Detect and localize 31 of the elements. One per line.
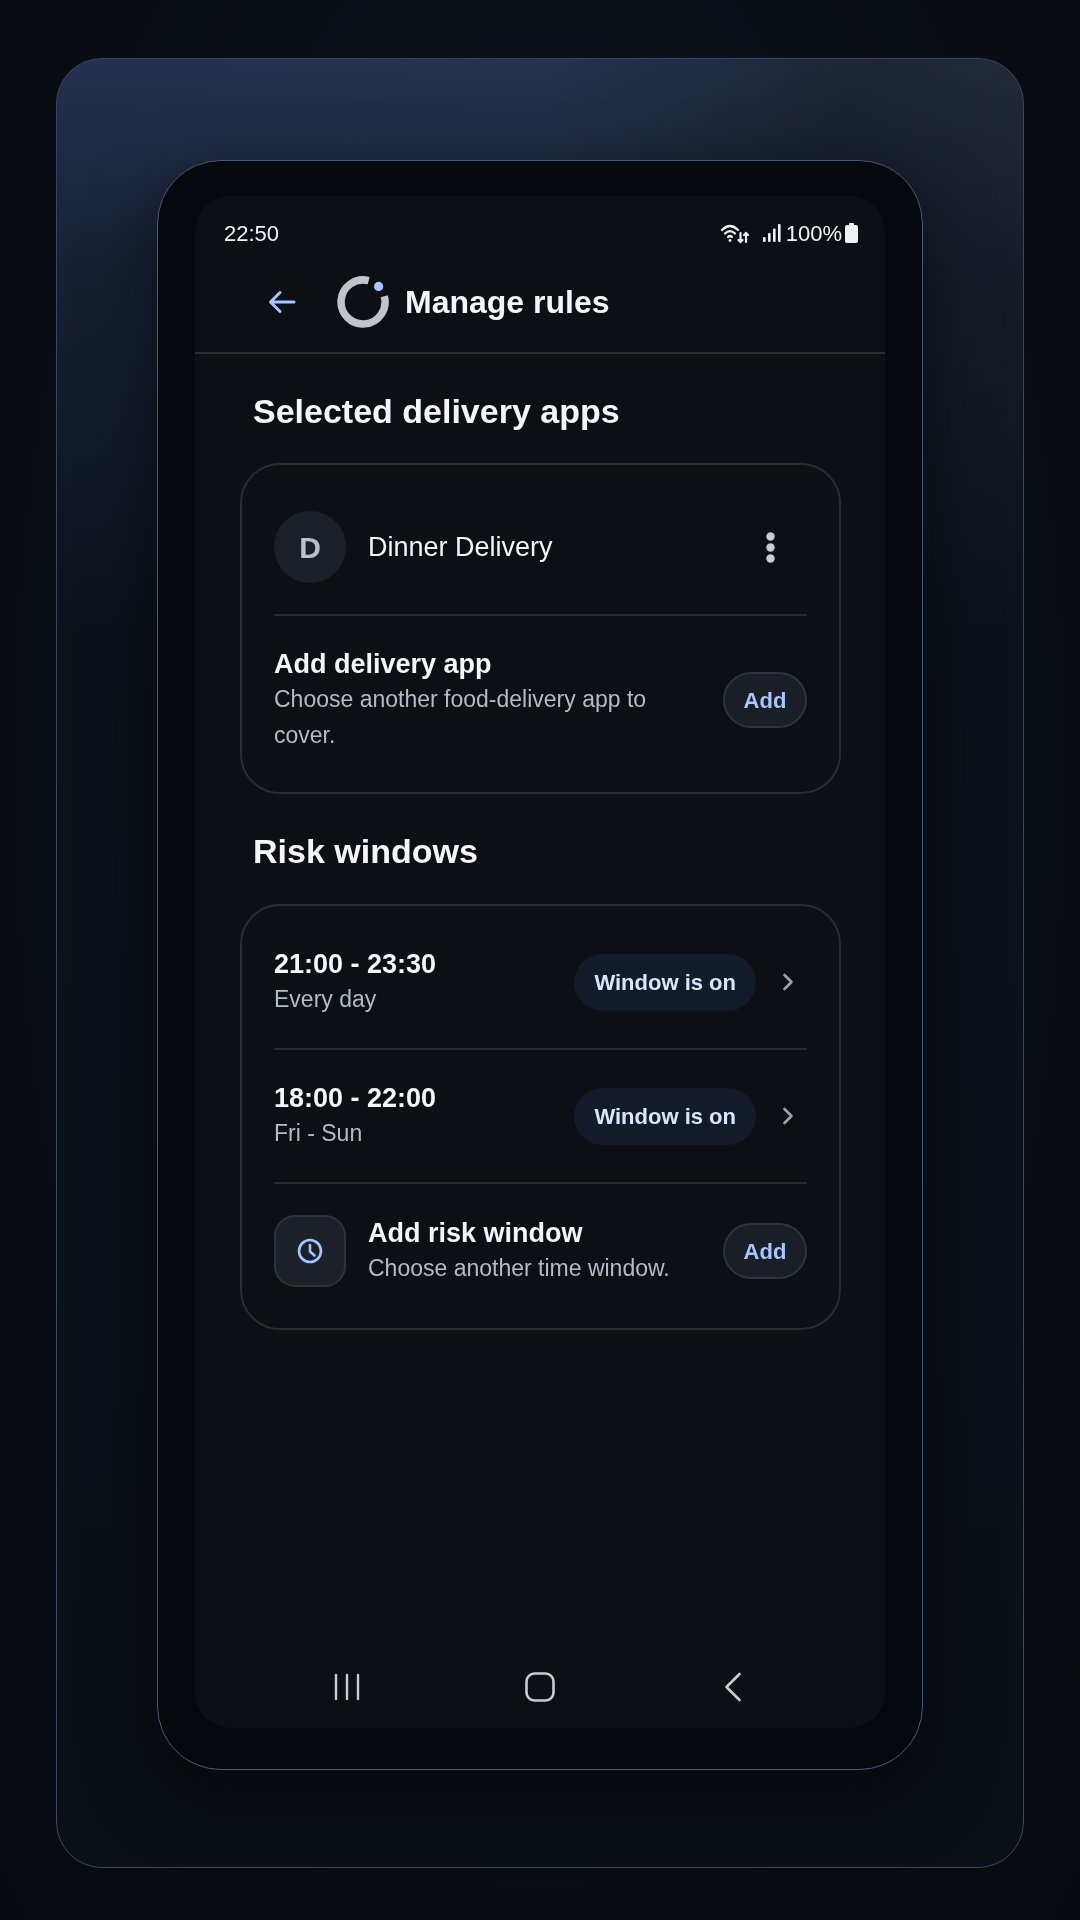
days-text: Fri - Sun xyxy=(274,1119,364,1148)
battery-level: 100% xyxy=(785,219,842,248)
wifi-icon xyxy=(719,222,749,244)
recent-apps-icon[interactable] xyxy=(334,1673,360,1701)
signal-icon xyxy=(762,224,781,242)
add-button[interactable]: Add xyxy=(723,672,807,728)
clock-icon xyxy=(274,1215,346,1287)
row-subtitle: Choose another time window. xyxy=(368,1254,671,1283)
section-heading: Risk windows xyxy=(253,831,479,871)
row-subtitle: Choose another food-delivery app to cover. xyxy=(274,685,648,750)
app-avatar: D xyxy=(274,511,346,583)
status-chip: Window is on xyxy=(574,953,756,1011)
row-title: Add risk window xyxy=(368,1217,584,1250)
back-icon[interactable] xyxy=(724,1672,742,1702)
chevron-right-icon xyxy=(782,1107,794,1125)
add-button[interactable]: Add xyxy=(723,1223,807,1279)
row-title: Add delivery app xyxy=(274,648,493,681)
time-range: 18:00 - 22:00 xyxy=(274,1082,438,1115)
app-name: Dinner Delivery xyxy=(368,530,554,564)
back-arrow-icon[interactable] xyxy=(268,289,296,315)
ring-logo-icon xyxy=(336,275,390,329)
status-time: 22:50 xyxy=(224,219,280,248)
days-text: Every day xyxy=(274,985,378,1014)
screen-title: Manage rules xyxy=(405,283,610,322)
home-icon[interactable] xyxy=(525,1672,555,1702)
time-range: 21:00 - 23:30 xyxy=(274,948,438,981)
battery-icon xyxy=(845,223,858,243)
section-heading: Selected delivery apps xyxy=(253,391,621,431)
status-chip: Window is on xyxy=(574,1087,756,1145)
more-options-icon[interactable] xyxy=(766,531,775,563)
chevron-right-icon xyxy=(782,973,794,991)
